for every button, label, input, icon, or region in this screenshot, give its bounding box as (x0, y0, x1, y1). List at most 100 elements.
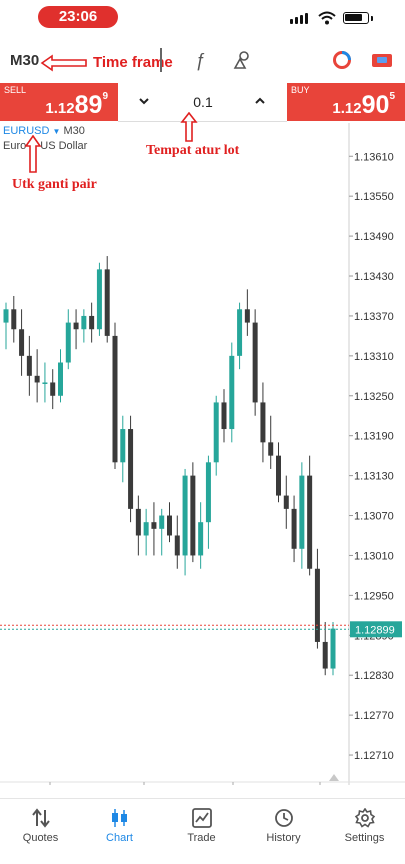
candle-body (50, 382, 56, 396)
symbol-description-left: Euro (3, 140, 27, 152)
candle-body (174, 535, 180, 556)
candle-body (237, 309, 243, 356)
status-time: 23:06 (38, 6, 118, 28)
candle-body (182, 475, 188, 556)
nav-settings[interactable]: Settings (324, 808, 405, 844)
candle-body (330, 628, 336, 669)
symbol-selector[interactable]: EURUSD ▼ M30 (3, 125, 85, 137)
y-tick-label: 1.13370 (354, 311, 394, 323)
nav-history[interactable]: History (243, 808, 324, 844)
y-tick-label: 1.12830 (354, 670, 394, 682)
candle-body (314, 568, 320, 642)
candle-body (221, 402, 227, 430)
buy-button[interactable]: BUY 1.12905 (287, 83, 405, 121)
trade-chart-icon (191, 808, 212, 828)
nav-chart[interactable]: Chart (79, 808, 160, 844)
candle-body (167, 515, 172, 536)
candle-body (291, 508, 297, 549)
sell-price-sup: 9 (102, 91, 108, 102)
nav-label: Chart (106, 832, 133, 844)
y-tick-label: 1.13310 (354, 351, 394, 363)
objects-icon[interactable] (232, 50, 252, 70)
candle-body (120, 429, 126, 463)
lot-decrease-icon[interactable] (138, 96, 150, 106)
candle-body (58, 362, 63, 396)
candle-body (128, 429, 134, 509)
wifi-icon (318, 11, 336, 25)
nav-label: Quotes (22, 832, 59, 844)
y-tick-label: 1.13070 (354, 511, 394, 523)
annotation-pair: Utk ganti pair (12, 177, 97, 192)
crosshair-icon[interactable] (160, 48, 162, 72)
dropdown-icon: ▼ (52, 127, 61, 136)
candle-body (11, 309, 17, 330)
nav-label: History (266, 832, 301, 844)
annotation-arrow-lot (180, 112, 198, 142)
battery-icon (343, 12, 369, 24)
candle-body (229, 355, 235, 430)
candle-body (81, 315, 87, 330)
lot-value[interactable]: 0.1 (178, 94, 228, 110)
candle-body (19, 329, 25, 356)
y-tick-label: 1.12770 (354, 710, 394, 722)
buy-price-sup: 5 (389, 91, 395, 102)
candle-body (190, 475, 196, 556)
y-tick-label: 1.13610 (354, 151, 394, 163)
gear-icon (354, 808, 375, 828)
y-tick-label: 1.13010 (354, 550, 394, 562)
sell-price-prefix: 1.12 (45, 100, 75, 117)
candle-body (143, 522, 149, 536)
candle-body (205, 462, 211, 523)
nav-label: Trade (187, 832, 216, 844)
y-tick-label: 1.13430 (354, 271, 394, 283)
signals-icon[interactable] (332, 50, 352, 70)
price-chart[interactable]: 1.13610 1.13550 1.13490 1.13430 1.13370 1.133… (0, 123, 405, 785)
symbol-description-right: US Dollar (40, 140, 88, 152)
annotation-arrow-timeframe (40, 54, 87, 72)
y-tick-label: 1.12950 (354, 590, 394, 602)
lot-increase-icon[interactable] (254, 96, 266, 106)
trading-mode-icon[interactable] (371, 51, 393, 69)
sell-label: SELL (4, 85, 27, 95)
candle-body (89, 315, 95, 330)
candle-body (244, 309, 250, 323)
candle-body (198, 522, 204, 556)
candle-body (65, 322, 71, 363)
y-tick-label: 1.13190 (354, 431, 394, 443)
candle-body (252, 322, 258, 403)
candle-body (159, 515, 165, 529)
buy-price-prefix: 1.12 (332, 100, 362, 117)
candle-body (73, 322, 79, 330)
buy-label: BUY (291, 85, 310, 95)
candle-body (268, 442, 274, 456)
function-icon[interactable]: ƒ (195, 50, 205, 71)
candle-body (283, 495, 289, 509)
buy-price-big: 90 (361, 91, 390, 119)
candle-body (260, 402, 266, 443)
chart-shift-marker (329, 774, 339, 781)
candle-body (112, 335, 118, 463)
candle-body (135, 508, 141, 536)
candle-body (26, 355, 32, 376)
y-tick-label: 1.13490 (354, 231, 394, 243)
timeframe-button[interactable]: M30 (10, 52, 39, 69)
annotation-arrow-pair (24, 135, 42, 173)
sell-price-big: 89 (74, 91, 103, 119)
candle-body (276, 455, 281, 496)
nav-quotes[interactable]: Quotes (0, 808, 81, 844)
lot-selector: 0.1 (118, 83, 287, 122)
sell-button[interactable]: SELL 1.12899 (0, 83, 118, 121)
candle-body (96, 269, 102, 330)
y-tick-label: 1.13550 (354, 191, 394, 203)
y-tick-label: 1.12710 (354, 750, 394, 762)
candle-body (151, 522, 157, 529)
candle-body (42, 382, 48, 384)
nav-label: Settings (344, 832, 385, 844)
nav-trade[interactable]: Trade (161, 808, 242, 844)
candles-icon (111, 809, 127, 827)
y-tick-label: 1.13130 (354, 471, 394, 483)
candle-body (3, 309, 9, 323)
candle-body (322, 641, 328, 669)
candle-body (307, 475, 313, 569)
symbol-description: Euro US Dollar (3, 140, 87, 152)
